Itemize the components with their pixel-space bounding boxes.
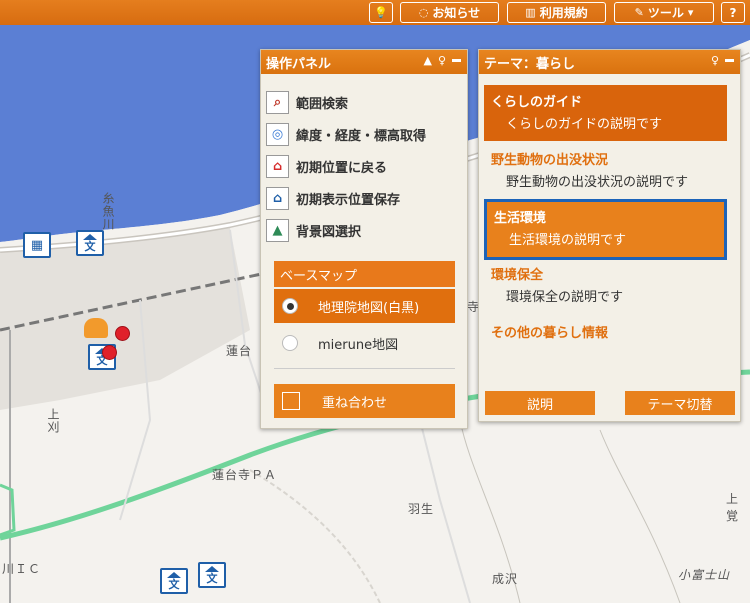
map-label-kofuji: 小富士山	[678, 568, 731, 582]
latlon-elevation-button[interactable]: ◎ 緯度・経度・標高取得	[266, 120, 426, 148]
book-icon: ▥	[525, 6, 536, 19]
operation-panel: 操作パネル ▲ ♀ ⌕ 範囲検索 ◎ 緯度・経度・標高取得 ⌂ 初期位置に戻る …	[260, 49, 468, 429]
theme-panel-title: テーマ：暮らし	[484, 56, 576, 72]
theme-panel-header[interactable]: テーマ：暮らし ♀	[479, 50, 740, 74]
theme-item-title: 野生動物の出没状況	[491, 152, 609, 168]
red-marker-icon[interactable]	[115, 326, 130, 341]
red-marker-icon[interactable]	[102, 345, 117, 360]
radio-unselected-icon[interactable]	[282, 335, 298, 351]
theme-item-title: 環境保全	[491, 267, 544, 283]
school-poi-icon[interactable]: 文	[160, 568, 188, 594]
theme-item-conservation[interactable]: 環境保全 環境保全の説明です	[484, 262, 727, 310]
overlay-label: 重ね合わせ	[322, 395, 388, 411]
basemap-option-label: mierune地図	[318, 337, 399, 353]
notice-label: お知らせ	[432, 6, 481, 20]
calendar-poi-icon[interactable]: ▦	[23, 232, 51, 258]
save-home-label: 初期表示位置保存	[296, 192, 401, 208]
basemap-header: ベースマップ	[274, 261, 455, 287]
theme-item-title: くらしのガイド	[491, 94, 583, 110]
range-search-label: 範囲検索	[296, 96, 349, 112]
terms-label: 利用規約	[539, 6, 588, 20]
basemap-option-mierune[interactable]: mierune地図	[274, 326, 455, 360]
basemap-option-gsi[interactable]: 地理院地図(白黒)	[274, 289, 455, 323]
lightbulb-icon[interactable]: ♀	[711, 54, 719, 67]
collapse-up-icon[interactable]: ▲	[423, 54, 431, 67]
map-label-kamihaya: 上覚	[726, 492, 740, 523]
chevron-down-icon: ▾	[687, 6, 694, 19]
school-poi-icon[interactable]: 文	[76, 230, 104, 256]
landscape-icon: ▲	[266, 218, 289, 242]
theme-item-other[interactable]: その他の暮らし情報	[484, 320, 727, 344]
map-label-narusawa: 成沢	[492, 572, 519, 586]
magnifier-icon: ⌕	[266, 90, 289, 114]
lightbulb-button[interactable]: 💡	[369, 2, 393, 23]
map-label-rendaiji-pa: 蓮台寺ＰＡ	[212, 468, 278, 482]
wrench-icon: ✎	[634, 6, 644, 19]
theme-item-desc: 生活環境の説明です	[509, 232, 627, 248]
map-label-ic: 川ＩＣ	[2, 562, 42, 576]
overlay-toggle[interactable]: 重ね合わせ	[274, 384, 455, 418]
theme-item-living-environment[interactable]: 生活環境 生活環境の説明です	[484, 199, 727, 260]
map-label-itoigawa: 糸魚川	[101, 192, 115, 231]
theme-item-desc: 環境保全の説明です	[506, 289, 624, 305]
help-label: ?	[729, 5, 737, 20]
help-button[interactable]: ?	[721, 2, 745, 23]
lightbulb-icon: 💡	[374, 6, 388, 19]
hand-marker-icon[interactable]	[84, 318, 108, 338]
tools-label: ツール	[647, 6, 684, 20]
basemap-option-label: 地理院地図(白黒)	[318, 300, 420, 316]
home-save-icon: ⌂	[266, 186, 289, 210]
theme-item-living-guide[interactable]: くらしのガイド くらしのガイドの説明です	[484, 85, 727, 141]
background-select-label: 背景図選択	[296, 224, 362, 240]
theme-switch-button[interactable]: テーマ切替	[625, 391, 735, 415]
theme-item-title: その他の暮らし情報	[491, 325, 609, 341]
theme-item-wildlife[interactable]: 野生動物の出没状況 野生動物の出没状況の説明です	[484, 147, 727, 195]
return-home-label: 初期位置に戻る	[296, 160, 388, 176]
target-icon: ◎	[266, 122, 289, 146]
top-toolbar: 💡 ◌ お知らせ ▥ 利用規約 ✎ ツール ▾ ?	[0, 0, 750, 25]
minimize-icon[interactable]	[452, 59, 461, 62]
theme-item-desc: くらしのガイドの説明です	[506, 116, 663, 132]
range-search-button[interactable]: ⌕ 範囲検索	[266, 88, 348, 116]
map-label-hanyu: 羽生	[408, 502, 435, 516]
minimize-icon[interactable]	[725, 59, 734, 62]
theme-item-title: 生活環境	[494, 210, 547, 226]
theme-panel: テーマ：暮らし ♀ くらしのガイド くらしのガイドの説明です 野生動物の出没状況…	[478, 49, 741, 422]
terms-button[interactable]: ▥ 利用規約	[507, 2, 606, 23]
home-icon: ⌂	[266, 154, 289, 178]
notice-button[interactable]: ◌ お知らせ	[400, 2, 499, 23]
checkbox[interactable]	[282, 392, 300, 410]
divider	[274, 368, 455, 369]
map-label-kamikari: 上刈	[46, 408, 60, 434]
return-home-button[interactable]: ⌂ 初期位置に戻る	[266, 152, 387, 180]
explain-button[interactable]: 説明	[485, 391, 595, 415]
operation-panel-title: 操作パネル	[266, 56, 332, 72]
school-poi-icon[interactable]: 文	[198, 562, 226, 588]
latlon-elevation-label: 緯度・経度・標高取得	[296, 128, 427, 144]
save-home-button[interactable]: ⌂ 初期表示位置保存	[266, 184, 400, 212]
operation-panel-header[interactable]: 操作パネル ▲ ♀	[261, 50, 467, 74]
tools-button[interactable]: ✎ ツール ▾	[614, 2, 714, 23]
theme-item-desc: 野生動物の出没状況の説明です	[506, 174, 689, 190]
lightbulb-icon[interactable]: ♀	[438, 54, 446, 67]
radio-selected-icon[interactable]	[282, 298, 298, 314]
speech-bubble-icon: ◌	[418, 6, 429, 19]
background-select-button[interactable]: ▲ 背景図選択	[266, 216, 361, 244]
map-label-rendai: 蓮台	[226, 344, 253, 358]
